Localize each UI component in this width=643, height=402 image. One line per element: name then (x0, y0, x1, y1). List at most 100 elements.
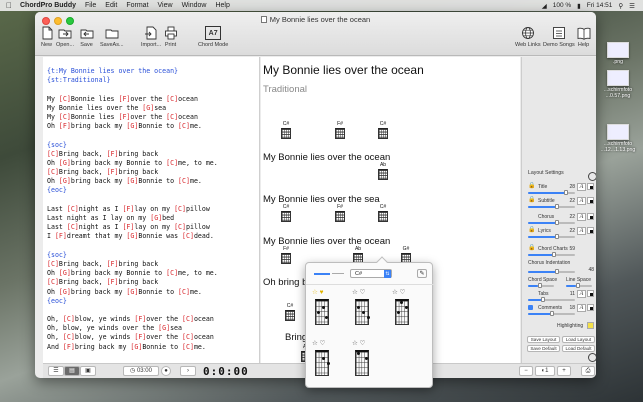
lock-icon[interactable]: 🔒 (528, 244, 535, 251)
apple-menu-icon[interactable]:  (6, 1, 12, 10)
font-size-slider[interactable] (528, 234, 575, 239)
chord-diagram[interactable]: C# (279, 121, 293, 141)
battery-icon[interactable]: ▮ (577, 2, 581, 10)
chord-select[interactable]: C# ⇅ (350, 269, 392, 278)
chord-variation[interactable]: ☆ ♡ (312, 339, 334, 377)
font-picker-button[interactable]: A (577, 304, 586, 312)
chord-mode-button[interactable]: A7 Chord Mode (198, 26, 228, 48)
zoom-value[interactable]: ◐1 (535, 366, 555, 376)
help-button[interactable]: Help (576, 26, 591, 48)
font-picker-button[interactable]: A (577, 227, 586, 235)
save-as-button[interactable]: SaveAs... (100, 26, 124, 48)
zoom-increase-button[interactable]: + (557, 366, 571, 376)
favorite-toggle[interactable]: ☆ ♡ (312, 339, 325, 347)
chord-variation[interactable]: ☆ ♡ (352, 339, 374, 377)
zoom-decrease-button[interactable]: − (519, 366, 533, 376)
color-well[interactable] (587, 227, 594, 234)
next-button[interactable]: › (180, 366, 196, 376)
chord-chart-size-slider[interactable] (528, 252, 575, 257)
chord-token: [C] (58, 112, 71, 121)
desktop-file-icon[interactable]: ...schirmfoto ...12...1.13.png (596, 124, 640, 153)
view-list-button[interactable]: ☰ (48, 366, 64, 376)
menu-view[interactable]: View (158, 2, 173, 9)
load-layout-button[interactable]: Load Layout (562, 336, 595, 343)
view-split-button[interactable]: ▤ (64, 366, 80, 376)
open-button[interactable]: Open... (56, 26, 74, 48)
lyric-text: Last night as I lay on my (47, 214, 151, 222)
color-well[interactable] (587, 304, 594, 311)
favorite-toggle[interactable]: ☆ ♥ (312, 288, 324, 296)
highlight-color-well[interactable] (587, 322, 594, 329)
save-default-button[interactable]: Save Default (527, 345, 560, 352)
new-button[interactable]: New (39, 26, 54, 48)
export-button[interactable]: ⎙ (581, 366, 595, 376)
timer-start-button[interactable]: ● (161, 366, 171, 376)
edit-pencil-icon[interactable]: ✎ (417, 269, 427, 278)
web-links-button[interactable]: Web Links (515, 26, 541, 48)
font-picker-button[interactable]: A (577, 183, 586, 191)
notification-center-icon[interactable]: ☰ (629, 2, 635, 10)
save-button[interactable]: Save (79, 26, 94, 48)
chord-diagram[interactable]: C# (283, 303, 297, 323)
color-well[interactable] (587, 197, 594, 204)
chord-diagram[interactable]: Ab (376, 162, 390, 182)
load-default-button[interactable]: Load Default (562, 345, 595, 352)
zoom-out-icon[interactable] (588, 353, 596, 362)
view-image-button[interactable]: ▣ (80, 366, 96, 376)
chord-diagram[interactable]: F# (279, 246, 293, 266)
chorus-indent-slider[interactable] (528, 269, 575, 274)
menu-app-name[interactable]: ChordPro Buddy (20, 2, 76, 9)
font-picker-button[interactable]: A (577, 290, 586, 298)
save-layout-button[interactable]: Save Layout (527, 336, 560, 343)
desktop-file-icon[interactable]: ...schirmfoto ...0.57.png (596, 70, 640, 99)
menu-clock[interactable]: Fri 14:51 (587, 2, 613, 9)
chord-diagram[interactable]: C# (376, 121, 390, 141)
favorite-toggle[interactable]: ☆ ♡ (352, 288, 365, 296)
chord-diagram[interactable]: F# (333, 121, 347, 141)
favorite-toggle[interactable]: ☆ ♡ (352, 339, 365, 347)
lyric-text: ocean (193, 333, 214, 342)
font-size-slider[interactable] (528, 204, 575, 209)
lock-icon[interactable]: 🔒 (528, 196, 535, 203)
zoom-in-icon[interactable] (588, 172, 596, 181)
font-size-slider[interactable] (528, 190, 575, 195)
chord-space-slider[interactable] (528, 283, 554, 288)
menu-edit[interactable]: Edit (105, 2, 117, 9)
print-button[interactable]: Print (163, 26, 178, 48)
comments-checkbox[interactable] (528, 305, 533, 310)
chordpro-source-editor[interactable]: {t:My Bonnie lies over the ocean} {st:Tra… (43, 57, 260, 363)
desktop-file-icon[interactable]: .png (596, 42, 640, 65)
menu-format[interactable]: Format (126, 2, 148, 9)
chord-diagram[interactable]: C# (279, 204, 293, 224)
color-well[interactable] (587, 213, 594, 220)
line-space-slider[interactable] (566, 283, 592, 288)
spotlight-icon[interactable]: ⚲ (618, 2, 623, 10)
wifi-icon[interactable]: ◢ (542, 2, 547, 10)
menu-window[interactable]: Window (182, 2, 207, 9)
timer-field[interactable]: ◷ 03:00 (123, 366, 159, 376)
menu-file[interactable]: File (85, 2, 96, 9)
demo-songs-button[interactable]: Demo Songs (543, 26, 575, 48)
comments-size-slider[interactable] (528, 311, 575, 316)
chord-variation[interactable]: ☆ ♡ (392, 288, 414, 326)
font-size-slider[interactable] (528, 220, 575, 225)
chord-diagram[interactable]: F# (333, 204, 347, 224)
font-picker-button[interactable]: A (577, 197, 586, 205)
menu-help[interactable]: Help (215, 2, 229, 9)
chord-variation[interactable]: ☆ ♡ (352, 288, 374, 326)
source-line (47, 242, 259, 251)
variation-slider[interactable] (314, 273, 330, 275)
tabs-size-slider[interactable] (528, 297, 575, 302)
lock-icon[interactable]: 🔒 (528, 182, 535, 189)
color-well[interactable] (587, 290, 594, 297)
favorite-toggle[interactable]: ☆ ♡ (392, 288, 405, 296)
save-icon (79, 26, 94, 40)
color-well[interactable] (587, 183, 594, 190)
font-picker-button[interactable]: A (577, 213, 586, 221)
chord-diagram[interactable]: C# (376, 204, 390, 224)
source-line: {eoc} (47, 186, 259, 195)
chord-variation[interactable]: ☆ ♥ (312, 288, 334, 326)
battery-percent[interactable]: 100 % (553, 2, 571, 9)
import-button[interactable]: Import... (141, 26, 161, 48)
lock-icon[interactable]: 🔒 (528, 226, 535, 233)
